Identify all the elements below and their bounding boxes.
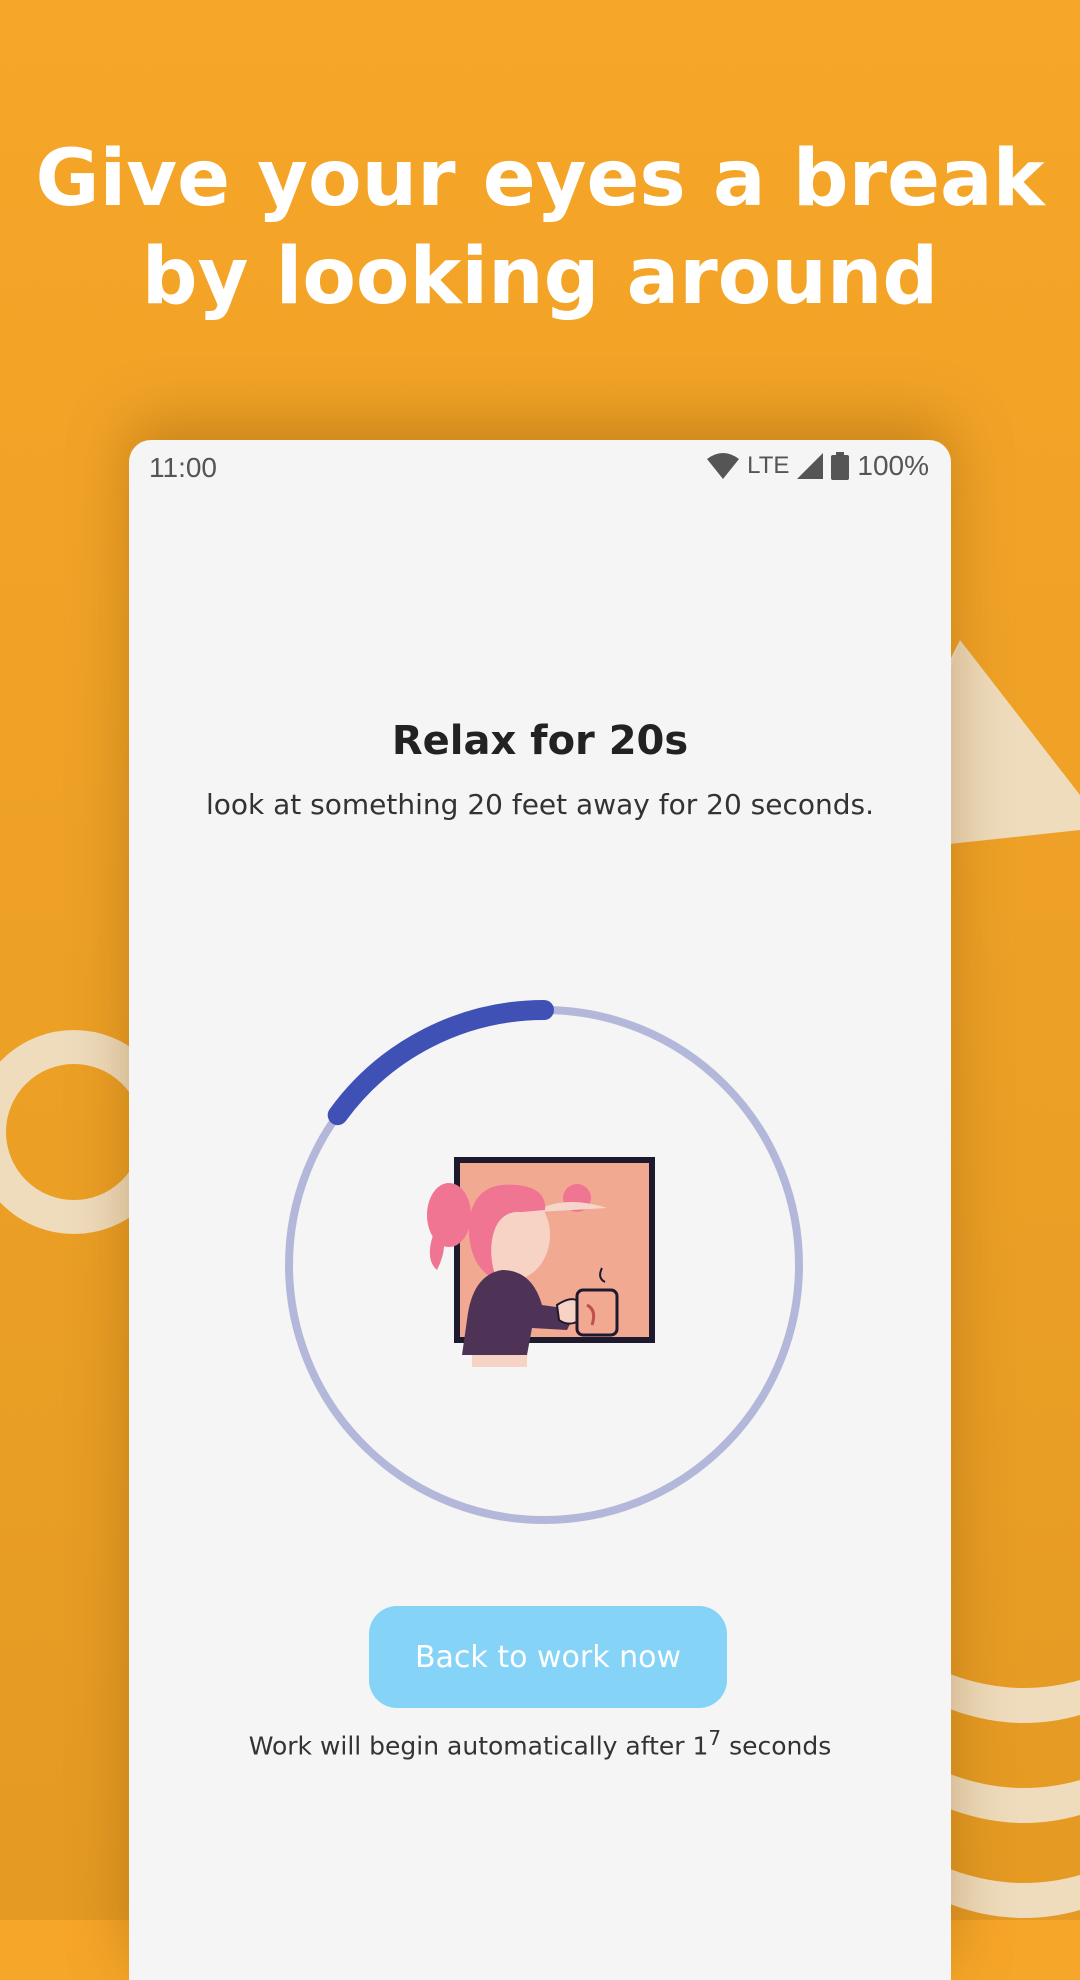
status-icons: LTE 100% (707, 450, 929, 482)
illustration-person-at-window (427, 1157, 655, 1367)
battery-icon (831, 452, 850, 480)
auto-note-suffix: seconds (721, 1731, 832, 1761)
network-type: LTE (747, 452, 790, 479)
headline-line-1: Give your eyes a break (35, 134, 1045, 224)
status-bar: 11:00 LTE 100% (129, 440, 951, 500)
battery-level: 100% (857, 450, 929, 481)
page-title: Relax for 20s (391, 718, 689, 764)
auto-note-countdown: 7 (708, 1726, 722, 1750)
page-subtitle: look at something 20 feet away for 20 se… (205, 788, 875, 821)
headline: Give your eyes a break by looking around (0, 130, 1080, 326)
timer-progress-arc (327, 1000, 554, 1126)
auto-note-prefix: Work will begin automatically after 1 (248, 1731, 709, 1761)
headline-line-2: by looking around (141, 232, 939, 322)
signal-icon (797, 453, 824, 479)
auto-resume-note: Work will begin automatically after 17 s… (129, 1726, 951, 1760)
status-time: 11:00 (149, 452, 217, 483)
wifi-icon (707, 453, 740, 479)
phone-screen: 11:00 LTE 100% Relax for 20s look at som… (129, 440, 951, 1980)
decorative-pencil (940, 640, 1080, 1918)
back-to-work-button[interactable]: Back to work now (369, 1606, 727, 1708)
